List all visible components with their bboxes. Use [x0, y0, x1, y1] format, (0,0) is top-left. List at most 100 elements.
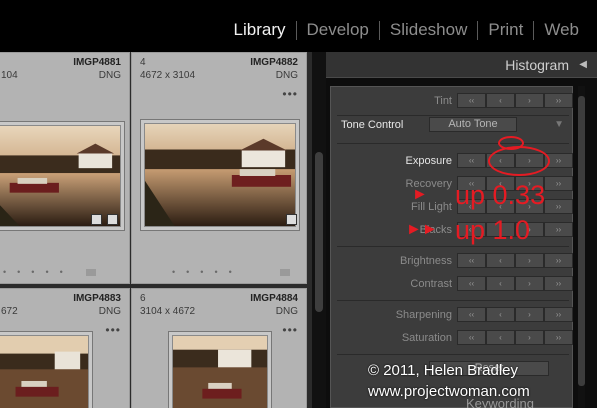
- increase-large-button[interactable]: ››: [544, 253, 573, 268]
- increase-large-button[interactable]: ››: [544, 176, 573, 191]
- photo-river-house: [0, 336, 88, 408]
- brightness-label: Brightness: [400, 255, 452, 267]
- exposure-label: Exposure: [405, 155, 452, 167]
- increase-small-button[interactable]: ›: [515, 307, 544, 322]
- collapse-triangle-icon[interactable]: ◀: [579, 59, 587, 70]
- website-watermark: www.projectwoman.com: [368, 383, 530, 400]
- develop-badge-icon: [286, 214, 297, 225]
- module-picker: Library Develop Slideshow Print Web: [224, 20, 589, 40]
- photo-grid: IMGP4881 104 DNG ••••• 4 IMGP4882 4672 x…: [0, 52, 312, 408]
- develop-badge-icon: [107, 214, 118, 225]
- histogram-title: Histogram: [505, 57, 569, 73]
- star-rating[interactable]: •••••: [172, 267, 243, 277]
- decrease-large-button[interactable]: ‹‹: [457, 307, 486, 322]
- grid-cell[interactable]: 4 IMGP4882 4672 x 3104 DNG ••• •••••: [131, 52, 307, 284]
- sharpening-label: Sharpening: [395, 309, 452, 321]
- cell-filename: IMGP4884: [250, 293, 298, 304]
- cell-filetype: DNG: [275, 70, 298, 81]
- increase-large-button[interactable]: ››: [544, 222, 573, 237]
- histogram-header[interactable]: Histogram ◀: [326, 52, 597, 78]
- color-label-icon[interactable]: [280, 269, 290, 276]
- decrease-small-button[interactable]: ‹: [486, 307, 515, 322]
- module-web[interactable]: Web: [534, 20, 589, 40]
- thumbnail[interactable]: [0, 335, 89, 408]
- tint-buttons: ‹‹ ‹ › ››: [457, 93, 573, 108]
- decrease-large-button[interactable]: ‹‹: [457, 253, 486, 268]
- increase-small-button[interactable]: ›: [515, 276, 544, 291]
- saturation-row: Saturation ‹‹ ‹ › ››: [331, 330, 574, 348]
- module-library[interactable]: Library: [224, 20, 296, 40]
- contrast-label: Contrast: [410, 278, 452, 290]
- grid-cell[interactable]: 6 IMGP4884 3104 x 4672 DNG •••: [131, 288, 307, 408]
- increase-large-button[interactable]: ››: [544, 307, 573, 322]
- thumbnail[interactable]: [0, 125, 121, 227]
- brightness-row: Brightness ‹‹ ‹ › ››: [331, 253, 574, 271]
- cell-filename: IMGP4882: [250, 57, 298, 68]
- brightness-buttons: ‹‹ ‹ › ››: [457, 253, 573, 268]
- color-label-icon[interactable]: [86, 269, 96, 276]
- grid-scrollbar[interactable]: [312, 52, 326, 408]
- decrease-small-button[interactable]: ‹: [486, 253, 515, 268]
- module-print[interactable]: Print: [478, 20, 533, 40]
- grid-cell[interactable]: IMGP4883 672 DNG •••: [0, 288, 130, 408]
- grid-cell[interactable]: IMGP4881 104 DNG •••••: [0, 52, 130, 284]
- increase-small-button[interactable]: ›: [515, 93, 544, 108]
- module-develop[interactable]: Develop: [297, 20, 379, 40]
- annotation-ring: [488, 146, 550, 176]
- increase-small-button[interactable]: ›: [515, 330, 544, 345]
- decrease-small-button[interactable]: ‹: [486, 93, 515, 108]
- decrease-large-button[interactable]: ‹‹: [457, 330, 486, 345]
- saturation-buttons: ‹‹ ‹ › ››: [457, 330, 573, 345]
- increase-large-button[interactable]: ››: [544, 276, 573, 291]
- thumbnail[interactable]: [144, 123, 296, 227]
- cell-index: 4: [140, 57, 146, 68]
- divider: [337, 354, 569, 355]
- annotation-ring: [498, 136, 524, 150]
- cell-dimensions: 4672 x 3104: [140, 70, 196, 81]
- cell-dimensions: 104: [1, 70, 18, 81]
- sharpening-buttons: ‹‹ ‹ › ››: [457, 307, 573, 322]
- cell-dimensions: 672: [1, 306, 18, 317]
- increase-small-button[interactable]: ›: [515, 253, 544, 268]
- decrease-large-button[interactable]: ‹‹: [457, 153, 486, 168]
- photo-river-house: [145, 124, 295, 226]
- more-options-icon[interactable]: •••: [282, 87, 298, 101]
- module-bar: Library Develop Slideshow Print Web: [0, 0, 597, 52]
- annotation-arrow-icon: ►: [412, 186, 428, 203]
- cell-filetype: DNG: [98, 306, 121, 317]
- grid-scrollbar-thumb[interactable]: [315, 152, 323, 312]
- thumbnail[interactable]: [172, 335, 268, 408]
- more-options-icon[interactable]: •••: [105, 323, 121, 337]
- divider: [337, 246, 569, 247]
- auto-tone-button[interactable]: Auto Tone: [429, 117, 517, 132]
- panel-scrollbar-thumb[interactable]: [578, 96, 585, 386]
- increase-large-button[interactable]: ››: [544, 199, 573, 214]
- contrast-buttons: ‹‹ ‹ › ››: [457, 276, 573, 291]
- more-options-icon[interactable]: •••: [282, 323, 298, 337]
- copyright-watermark: © 2011, Helen Bradley: [368, 362, 519, 379]
- decrease-small-button[interactable]: ‹: [486, 330, 515, 345]
- cell-filetype: DNG: [98, 70, 121, 81]
- star-rating[interactable]: •••••: [3, 267, 74, 277]
- module-slideshow[interactable]: Slideshow: [380, 20, 478, 40]
- cell-index: 6: [140, 293, 146, 304]
- cell-dimensions: 3104 x 4672: [140, 306, 196, 317]
- annotation-arrow-icon: ►►: [406, 221, 438, 238]
- increase-large-button[interactable]: ››: [544, 330, 573, 345]
- decrease-small-button[interactable]: ‹: [486, 276, 515, 291]
- panel-scrollbar[interactable]: [578, 86, 585, 408]
- chevron-down-icon[interactable]: ▼: [554, 119, 564, 130]
- photo-river-house: [173, 336, 267, 408]
- decrease-large-button[interactable]: ‹‹: [457, 93, 486, 108]
- cell-filename: IMGP4881: [73, 57, 121, 68]
- blacks-row: Blacks ‹‹ ‹ › ››: [331, 222, 574, 240]
- tone-control-label: Tone Control: [341, 119, 404, 131]
- sharpening-row: Sharpening ‹‹ ‹ › ››: [331, 307, 574, 325]
- tone-control-header: Tone Control Auto Tone ▼: [331, 115, 574, 137]
- divider: [337, 143, 569, 144]
- decrease-large-button[interactable]: ‹‹: [457, 276, 486, 291]
- cell-filename: IMGP4883: [73, 293, 121, 304]
- tint-row: Tint ‹‹ ‹ › ››: [331, 93, 574, 111]
- increase-large-button[interactable]: ››: [544, 93, 573, 108]
- annotation-up-blacks: up 1.0: [455, 215, 531, 245]
